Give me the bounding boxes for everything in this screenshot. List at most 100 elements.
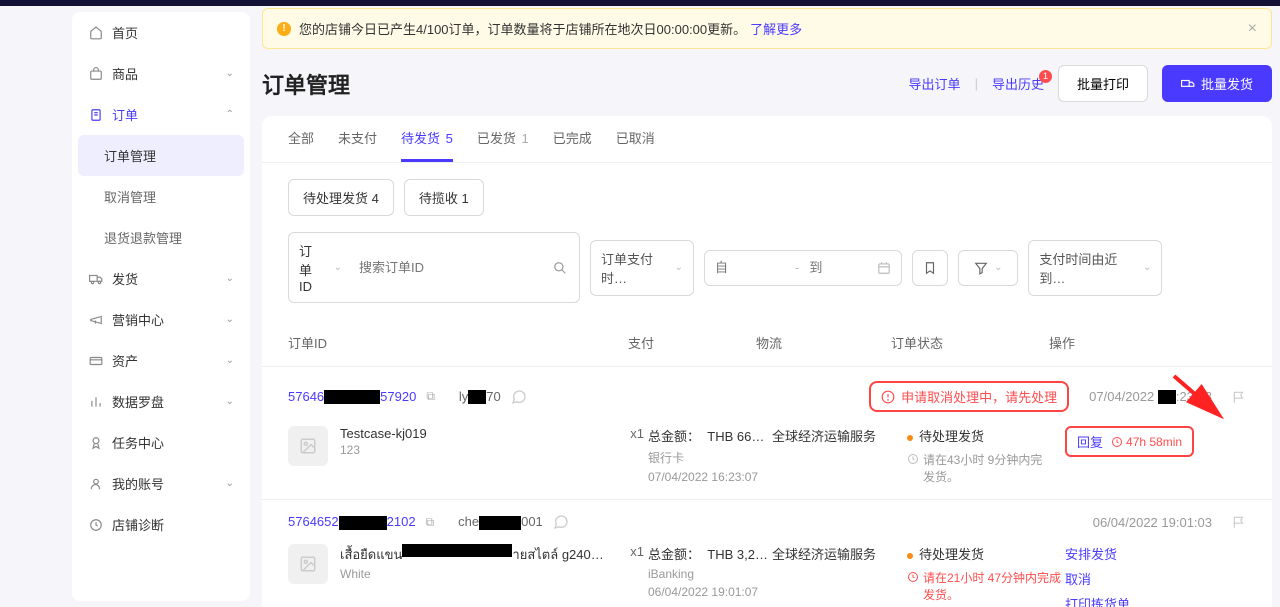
nav-products[interactable]: 商品 ⌄: [72, 53, 250, 94]
nav-label: 任务中心: [112, 433, 234, 452]
close-icon[interactable]: ×: [1248, 20, 1257, 38]
search-input[interactable]: [353, 252, 541, 283]
arrange-ship-link[interactable]: 安排发货: [1065, 544, 1246, 563]
col-pay-header: 支付: [628, 333, 756, 352]
order-timestamp: 06/04/2022 19:01:03: [1093, 515, 1212, 530]
status-dot-icon: [907, 553, 913, 559]
subnav-cancel-mgmt[interactable]: 取消管理: [72, 176, 250, 217]
redacted: [402, 544, 512, 557]
bookmark-button[interactable]: [912, 250, 948, 286]
sort-select[interactable]: 支付时间由近到… ⌄: [1028, 240, 1162, 296]
chat-icon[interactable]: [553, 514, 569, 530]
buyer-name: che001: [458, 514, 543, 530]
date-from-input[interactable]: [715, 260, 785, 275]
payment-method: 银行卡: [648, 449, 772, 466]
main-content: ! 您的店铺今日已产生4/100订单，订单数量将于店铺所在地次日00:00:00…: [250, 0, 1280, 607]
flag-icon[interactable]: [1232, 515, 1246, 529]
pill-pending-ship[interactable]: 待处理发货 4: [288, 179, 394, 216]
separator: |: [975, 76, 978, 91]
batch-ship-button[interactable]: 批量发货: [1162, 65, 1272, 102]
nav-label: 首页: [112, 23, 234, 42]
payment-time: 06/04/2022 19:01:07: [648, 585, 772, 599]
status-deadline: 请在43小时 9分钟内完发货。: [907, 451, 1065, 485]
subnav-refund-mgmt[interactable]: 退货退款管理: [72, 217, 250, 258]
order-id-link[interactable]: 57646522102: [288, 514, 416, 530]
product-thumbnail[interactable]: [288, 426, 328, 466]
tab-all[interactable]: 全部: [288, 128, 314, 162]
reply-link[interactable]: 回复: [1077, 432, 1103, 451]
filter-button[interactable]: ⌄: [958, 250, 1018, 286]
chevron-down-icon: ⌄: [226, 68, 234, 79]
batch-print-button[interactable]: 批量打印: [1058, 65, 1148, 102]
tab-toship[interactable]: 待发货 5: [401, 128, 453, 162]
tab-completed[interactable]: 已完成: [553, 128, 592, 162]
date-to-input[interactable]: [809, 260, 867, 275]
product-thumbnail[interactable]: [288, 544, 328, 584]
search-icon[interactable]: [541, 253, 579, 283]
tab-cancelled[interactable]: 已取消: [616, 128, 655, 162]
tab-unpaid[interactable]: 未支付: [338, 128, 377, 162]
payment-total: 总金额： THB 66…: [648, 426, 772, 445]
payment-total: 总金额： THB 3,2…: [648, 544, 772, 563]
user-icon: [88, 476, 104, 492]
order-id-link[interactable]: 5764657920: [288, 389, 416, 405]
chevron-down-icon: ⌄: [226, 273, 234, 284]
chevron-down-icon: ⌄: [226, 396, 234, 407]
print-picklist-link[interactable]: 打印拣货单: [1065, 594, 1246, 607]
redacted: [324, 390, 380, 404]
redacted: [479, 516, 521, 530]
calendar-icon: [877, 261, 891, 275]
product-name: เสื้อยืดแขนายสไตล์ g240…: [340, 544, 620, 565]
col-action-header: 操作: [1049, 333, 1246, 352]
payment-time: 07/04/2022 16:23:07: [648, 470, 772, 484]
quota-alert: ! 您的店铺今日已产生4/100订单，订单数量将于店铺所在地次日00:00:00…: [262, 8, 1272, 49]
tab-shipped[interactable]: 已发货 1: [477, 128, 529, 162]
subnav-order-mgmt[interactable]: 订单管理: [78, 135, 244, 176]
product-qty: x1: [620, 544, 644, 559]
col-status-header: 订单状态: [891, 333, 1049, 352]
copy-icon[interactable]: ⧉: [426, 389, 435, 404]
nav-home[interactable]: 首页: [72, 12, 250, 53]
chevron-down-icon: ⌄: [226, 314, 234, 325]
megaphone-icon: [88, 312, 104, 328]
cancel-alert-text: 申请取消处理中，请先处理: [901, 387, 1057, 406]
date-range-picker[interactable]: -: [704, 250, 902, 286]
alert-learn-more-link[interactable]: 了解更多: [750, 19, 802, 38]
search-type-select[interactable]: 订单ID ⌄: [289, 233, 353, 302]
date-type-select[interactable]: 订单支付时… ⌄: [590, 240, 694, 296]
order-timestamp: 07/04/2022 :23:03: [1089, 389, 1212, 405]
nav-label: 发货: [112, 269, 226, 288]
logistics-service: 全球经济运输服务: [772, 426, 907, 485]
nav-marketing[interactable]: 营销中心 ⌄: [72, 299, 250, 340]
flag-icon[interactable]: [1232, 390, 1246, 404]
sidebar: 首页 商品 ⌄ 订单 ⌃ 订单管理 取消管理 退货退款管理 发货 ⌄: [0, 0, 250, 607]
export-history-badge: 1: [1039, 70, 1052, 83]
nav-shipping[interactable]: 发货 ⌄: [72, 258, 250, 299]
reply-countdown: 47h 58min: [1111, 435, 1182, 449]
file-icon: [88, 107, 104, 123]
nav-label: 数据罗盘: [112, 392, 226, 411]
nav-orders[interactable]: 订单 ⌃: [72, 94, 250, 135]
nav-label: 我的账号: [112, 474, 226, 493]
export-order-link[interactable]: 导出订单: [909, 74, 961, 93]
order-status: 待处理发货: [907, 544, 1065, 563]
nav-assets[interactable]: 资产 ⌄: [72, 340, 250, 381]
chat-icon[interactable]: [511, 389, 527, 405]
home-icon: [88, 25, 104, 41]
nav-data[interactable]: 数据罗盘 ⌄: [72, 381, 250, 422]
pill-pending-pickup[interactable]: 待揽收 1: [404, 179, 484, 216]
nav-label: 商品: [112, 64, 226, 83]
nav-tasks[interactable]: 任务中心: [72, 422, 250, 463]
order-status: 待处理发货: [907, 426, 1065, 445]
chevron-up-icon: ⌃: [226, 109, 234, 120]
cancel-link[interactable]: 取消: [1065, 569, 1246, 588]
payment-method: iBanking: [648, 567, 772, 581]
medal-icon: [88, 435, 104, 451]
copy-icon[interactable]: ⧉: [426, 515, 435, 530]
truck-icon: [88, 271, 104, 287]
ship-icon: [1181, 77, 1195, 91]
nav-diagnostics[interactable]: 店铺诊断: [72, 504, 250, 545]
nav-account[interactable]: 我的账号 ⌄: [72, 463, 250, 504]
export-history-link[interactable]: 导出历史 1: [992, 74, 1044, 93]
diag-icon: [88, 517, 104, 533]
